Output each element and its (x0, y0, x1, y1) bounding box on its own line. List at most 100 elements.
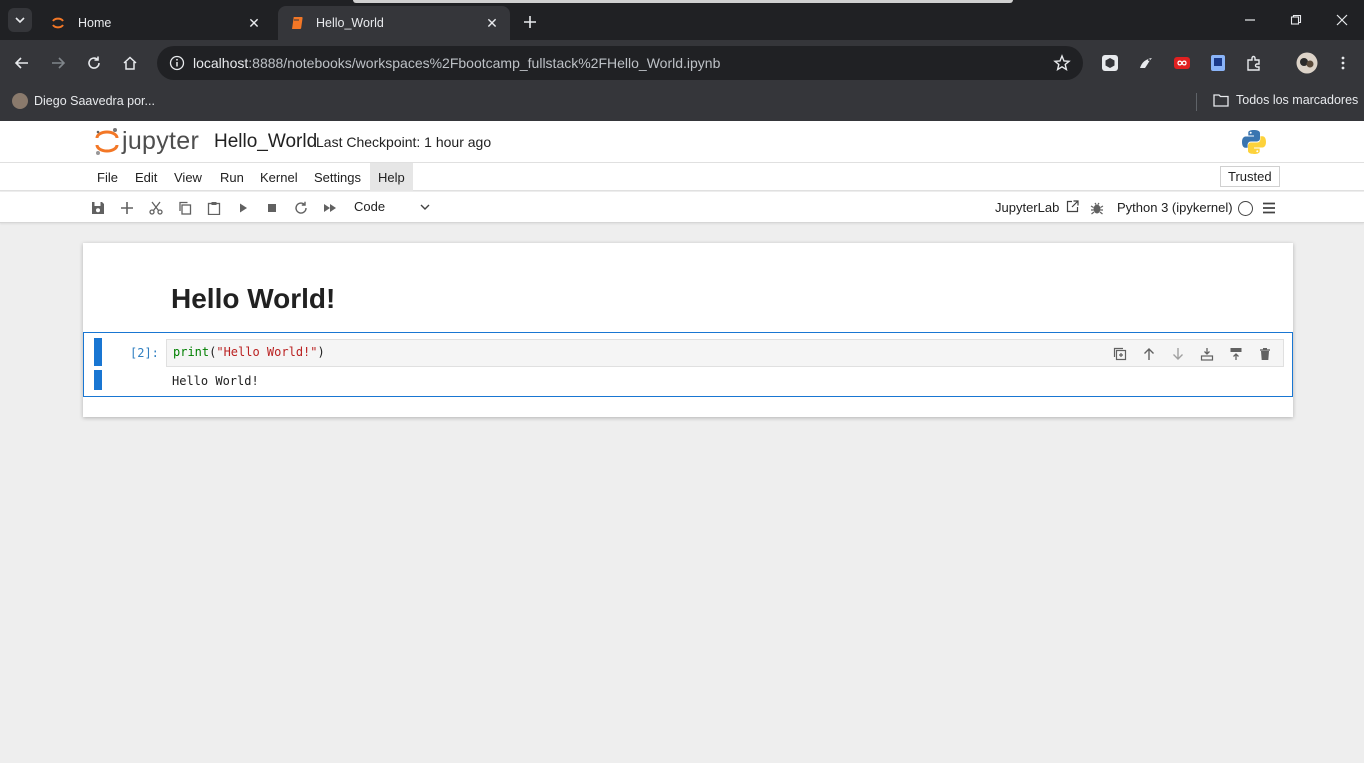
copy-icon (179, 201, 192, 215)
extension-infinity-icon[interactable] (1171, 52, 1193, 74)
cut-button[interactable] (146, 198, 166, 218)
jupyter-logo-icon (95, 128, 119, 155)
duplicate-cell-icon[interactable] (1110, 344, 1130, 364)
settings-menu-button[interactable] (1259, 198, 1279, 218)
jupyter-logo[interactable]: jupyter (94, 126, 199, 156)
plus-icon (121, 202, 133, 214)
input-prompt: [2]: (130, 346, 159, 360)
all-bookmarks-button[interactable]: Todos los marcadores (1213, 93, 1358, 107)
hamburger-icon (1263, 202, 1275, 214)
avatar (12, 93, 28, 109)
close-window-button[interactable] (1319, 0, 1364, 40)
home-button[interactable] (117, 50, 143, 76)
debugger-button[interactable] (1087, 198, 1107, 218)
save-button[interactable] (88, 198, 108, 218)
browser-tab-strip: Home ✕ Hello_World ✕ (0, 0, 1364, 40)
reload-button[interactable] (81, 50, 107, 76)
notebook-title[interactable]: Hello_World (214, 131, 317, 153)
move-up-icon[interactable] (1139, 344, 1159, 364)
play-icon (240, 203, 247, 213)
move-down-icon[interactable] (1168, 344, 1188, 364)
url-text: localhost:8888/notebooks/workspaces%2Fbo… (193, 55, 721, 71)
last-checkpoint: Last Checkpoint: 1 hour ago (316, 134, 492, 150)
menu-run[interactable]: Run (212, 163, 252, 191)
jupyter-menubar: File Edit View Run Kernel Settings Help … (0, 163, 1364, 191)
save-icon (92, 202, 104, 214)
tab-title: Hello_World (316, 16, 384, 30)
kernel-status-icon (1238, 201, 1253, 216)
home-icon (123, 56, 137, 70)
restart-run-all-button[interactable] (320, 198, 340, 218)
jupyter-logo-text: jupyter (122, 126, 200, 155)
extension-bird-icon[interactable] (1135, 52, 1157, 74)
input-collapser[interactable] (94, 338, 102, 366)
notebook-toolbar: Code JupyterLab Python 3 (ipykernel) (0, 192, 1364, 223)
cell-type-select[interactable]: Code (354, 199, 385, 214)
menu-view[interactable]: View (166, 163, 210, 191)
arrow-left-icon (14, 57, 28, 69)
menu-settings[interactable]: Settings (306, 163, 369, 191)
restart-button[interactable] (291, 198, 311, 218)
paste-button[interactable] (204, 198, 224, 218)
insert-cell-button[interactable] (117, 198, 137, 218)
site-info-icon[interactable] (161, 55, 193, 71)
clipboard-icon (207, 202, 221, 215)
chevron-down-icon[interactable] (418, 200, 432, 219)
tab-title: Home (78, 16, 112, 30)
tab-search-button[interactable] (8, 8, 32, 32)
code-text: print("Hello World!") (173, 345, 325, 359)
menu-kernel[interactable]: Kernel (252, 163, 306, 191)
close-icon[interactable]: ✕ (246, 15, 262, 31)
menu-edit[interactable]: Edit (127, 163, 165, 191)
bookmark-star-icon[interactable] (1053, 54, 1071, 72)
kernel-name[interactable]: Python 3 (ipykernel) (1117, 200, 1233, 215)
restore-icon (1290, 14, 1302, 25)
forward-button[interactable] (45, 50, 71, 76)
external-link-icon (1066, 200, 1079, 213)
scissors-icon (149, 201, 163, 215)
bookmark-profile-link[interactable]: Diego Saavedra por... (12, 93, 155, 109)
code-editor[interactable]: print("Hello World!") (166, 339, 1284, 367)
chevron-down-icon (15, 17, 25, 24)
bookmarks-bar: Diego Saavedra por... Todos los marcador… (0, 85, 1364, 121)
stop-icon (268, 204, 276, 212)
menu-help[interactable]: Help (370, 163, 413, 191)
python-logo-icon (1240, 128, 1268, 156)
browser-menu-icon[interactable] (1332, 52, 1354, 74)
profile-avatar[interactable] (1296, 52, 1318, 74)
cell-output: Hello World! (172, 374, 259, 388)
output-collapser[interactable] (94, 370, 102, 390)
extension-cube-icon[interactable] (1099, 52, 1121, 74)
run-button[interactable] (233, 198, 253, 218)
address-bar[interactable]: localhost:8888/notebooks/workspaces%2Fbo… (157, 46, 1083, 80)
menu-file[interactable]: File (89, 163, 126, 191)
restart-icon (295, 201, 307, 214)
new-tab-button[interactable] (518, 10, 542, 34)
window-drag-bar (353, 0, 1013, 3)
trusted-indicator[interactable]: Trusted (1220, 166, 1280, 187)
close-icon[interactable]: ✕ (484, 15, 500, 31)
folder-icon (1213, 94, 1229, 107)
restore-button[interactable] (1273, 0, 1319, 40)
tab-home[interactable]: Home ✕ (40, 6, 272, 40)
interrupt-button[interactable] (262, 198, 282, 218)
plus-icon (524, 16, 536, 28)
back-button[interactable] (9, 50, 35, 76)
jupyter-header: jupyter Hello_World Last Checkpoint: 1 h… (0, 121, 1364, 163)
extension-reader-icon[interactable] (1207, 52, 1229, 74)
copy-button[interactable] (175, 198, 195, 218)
all-bookmarks-label: Todos los marcadores (1236, 93, 1359, 107)
insert-below-icon[interactable] (1226, 344, 1246, 364)
minimize-icon (1245, 19, 1255, 21)
tab-hello-world[interactable]: Hello_World ✕ (278, 6, 510, 40)
minimize-button[interactable] (1227, 0, 1273, 40)
delete-cell-icon[interactable] (1255, 344, 1275, 364)
code-cell[interactable]: [2]: print("Hello World!") Hello World! (83, 332, 1293, 397)
extensions-puzzle-icon[interactable] (1243, 52, 1265, 74)
markdown-heading[interactable]: Hello World! (171, 283, 335, 315)
insert-above-icon[interactable] (1197, 344, 1217, 364)
bookmark-label: Diego Saavedra por... (34, 94, 155, 108)
close-icon (1336, 14, 1348, 26)
jupyterlab-link[interactable]: JupyterLab (995, 200, 1079, 215)
fast-forward-icon (324, 204, 336, 212)
